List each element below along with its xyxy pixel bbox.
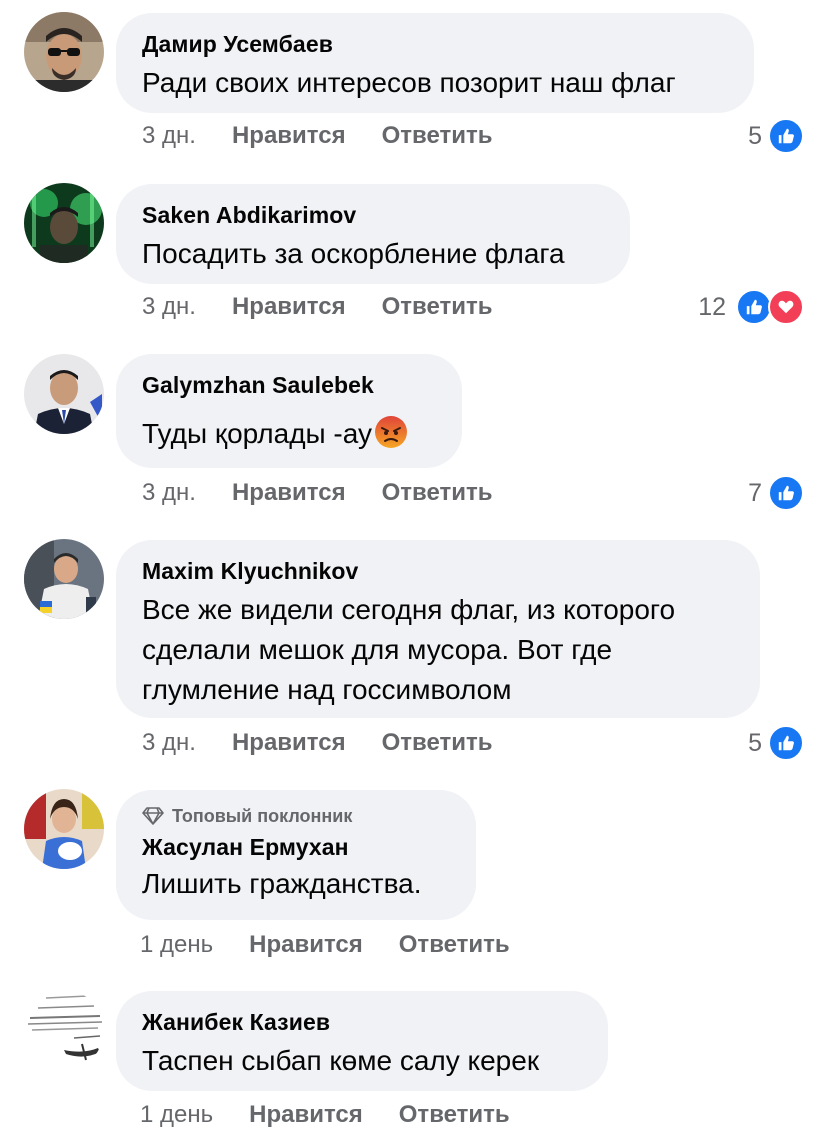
avatar[interactable] — [24, 12, 104, 92]
avatar[interactable] — [24, 990, 104, 1070]
reply-button[interactable]: Ответить — [382, 293, 493, 321]
comment-bubble: Топовый поклонник Жасулан Ермухан Лишить… — [116, 790, 476, 920]
comment-bubble: Maxim Klyuchnikov Все же видели сегодня … — [116, 540, 760, 718]
like-button[interactable]: Нравится — [232, 479, 346, 507]
reaction-count: 5 — [748, 121, 762, 150]
love-reaction-icon — [768, 289, 804, 325]
reaction-count: 7 — [748, 478, 762, 507]
top-fan-badge[interactable]: Топовый поклонник — [142, 804, 450, 828]
reaction-count: 5 — [748, 728, 762, 757]
like-button[interactable]: Нравится — [232, 122, 346, 150]
reply-button[interactable]: Ответить — [382, 479, 493, 507]
comment-bubble: Жанибек Казиев Таспен сыбап көме салу ке… — [116, 991, 608, 1091]
comment-bubble: Galymzhan Saulebek Туды қорлады -ау — [116, 354, 462, 468]
reactions-summary[interactable]: 5 — [748, 725, 804, 761]
avatar[interactable] — [24, 354, 104, 434]
reply-button[interactable]: Ответить — [382, 122, 493, 150]
comment-timestamp[interactable]: 1 день — [140, 1101, 213, 1129]
reaction-count: 12 — [698, 292, 726, 321]
like-reaction-icon — [768, 118, 804, 154]
badge-label: Топовый поклонник — [172, 806, 353, 826]
comment-text: Посадить за оскорбление флага — [142, 238, 565, 269]
reply-button[interactable]: Ответить — [382, 729, 493, 757]
comment-text: Таспен сыбап көме салу керек — [142, 1045, 540, 1076]
like-reaction-icon — [768, 475, 804, 511]
comment-text-content: Туды қорлады -ау — [142, 418, 373, 449]
reactions-summary[interactable]: 7 — [748, 475, 804, 511]
comment-author[interactable]: Maxim Klyuchnikov — [142, 556, 734, 586]
like-button[interactable]: Нравится — [249, 1101, 363, 1129]
reply-button[interactable]: Ответить — [399, 1101, 510, 1129]
comment-author[interactable]: Galymzhan Saulebek — [142, 370, 436, 400]
comment-actions: 3 дн. Нравится Ответить — [142, 729, 493, 757]
comment-text: Туды қорлады -ау — [142, 414, 436, 454]
like-button[interactable]: Нравится — [232, 729, 346, 757]
comment-author[interactable]: Жанибек Казиев — [142, 1007, 582, 1037]
avatar[interactable] — [24, 539, 104, 619]
comment-actions: 1 день Нравится Ответить — [140, 931, 510, 959]
comment-author[interactable]: Saken Abdikarimov — [142, 200, 604, 230]
comment-author[interactable]: Жасулан Ермухан — [142, 832, 450, 862]
like-button[interactable]: Нравится — [249, 931, 363, 959]
comment-actions: 1 день Нравится Ответить — [140, 1101, 510, 1129]
like-button[interactable]: Нравится — [232, 293, 346, 321]
comment-text: Все же видели сегодня флаг, из которого … — [142, 594, 676, 705]
diamond-icon — [142, 807, 164, 825]
comment-actions: 3 дн. Нравится Ответить — [142, 479, 493, 507]
comment-text: Лишить гражданства. — [142, 868, 422, 899]
comment-bubble: Дамир Усембаев Ради своих интересов позо… — [116, 13, 754, 113]
comment-text: Ради своих интересов позорит наш флаг — [142, 67, 676, 98]
comment-author[interactable]: Дамир Усембаев — [142, 29, 728, 59]
comment-timestamp[interactable]: 3 дн. — [142, 479, 196, 507]
angry-emoji-icon — [375, 416, 408, 448]
avatar[interactable] — [24, 183, 104, 263]
comment-actions: 3 дн. Нравится Ответить — [142, 293, 493, 321]
comment-timestamp[interactable]: 1 день — [140, 931, 213, 959]
comment-bubble: Saken Abdikarimov Посадить за оскорблени… — [116, 184, 630, 284]
like-reaction-icon — [768, 725, 804, 761]
reactions-summary[interactable]: 12 — [698, 289, 804, 325]
comment-actions: 3 дн. Нравится Ответить — [142, 122, 493, 150]
comment-timestamp[interactable]: 3 дн. — [142, 729, 196, 757]
avatar[interactable] — [24, 789, 104, 869]
reply-button[interactable]: Ответить — [399, 931, 510, 959]
comment-timestamp[interactable]: 3 дн. — [142, 293, 196, 321]
reactions-summary[interactable]: 5 — [748, 118, 804, 154]
comment-timestamp[interactable]: 3 дн. — [142, 122, 196, 150]
like-reaction-icon — [736, 289, 772, 325]
